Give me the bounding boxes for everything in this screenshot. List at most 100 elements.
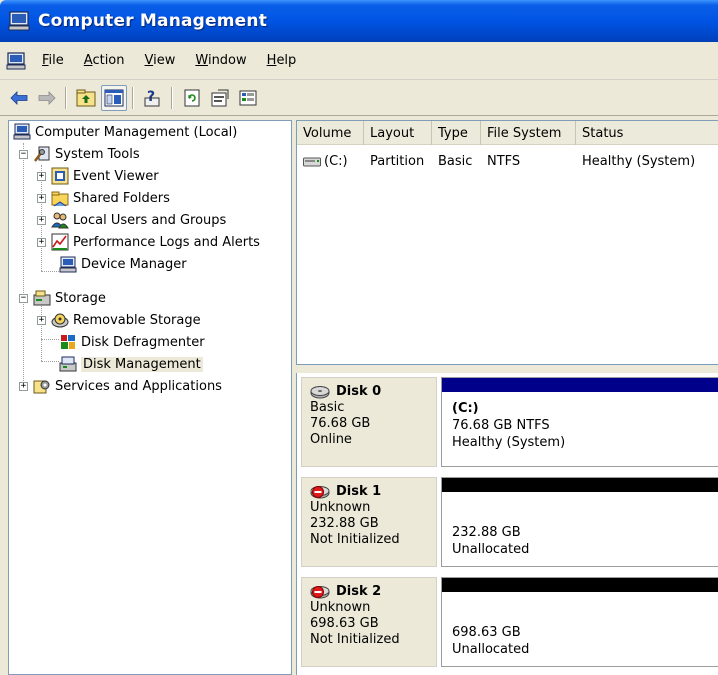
unallocated-block[interactable]: 698.63 GB Unallocated xyxy=(441,577,718,667)
disk-label[interactable]: Disk 1 Unknown 232.88 GB Not Initialized xyxy=(301,477,437,567)
tree-item-performance-logs[interactable]: Performance Logs and Alerts xyxy=(51,231,260,253)
help-icon[interactable]: ? xyxy=(140,85,166,111)
menu-file[interactable]: File xyxy=(38,51,68,70)
tree-item-event-viewer[interactable]: Event Viewer xyxy=(51,165,159,187)
collapse-toggle[interactable]: − xyxy=(19,294,28,303)
tree-item-root[interactable]: Computer Management (Local) xyxy=(13,121,237,143)
computer-management-icon xyxy=(8,11,30,31)
tree-item-shared-folders[interactable]: Shared Folders xyxy=(51,187,170,209)
disk-row-0[interactable]: Disk 0 Basic 76.68 GB Online (C:) 76.68 … xyxy=(297,373,718,471)
disk-state: Online xyxy=(310,432,352,447)
disk-row-2[interactable]: Disk 2 Unknown 698.63 GB Not Initialized… xyxy=(297,573,718,671)
partition-status: Healthy (System) xyxy=(452,435,566,450)
tree-connector xyxy=(23,143,24,391)
disk-management-icon xyxy=(59,355,77,373)
expand-toggle[interactable]: + xyxy=(37,238,46,247)
tree-item-disk-defragmenter[interactable]: Disk Defragmenter xyxy=(59,331,205,353)
event-viewer-icon xyxy=(51,167,69,185)
tree-item-removable-storage[interactable]: Removable Storage xyxy=(51,309,201,331)
tree-item-storage[interactable]: Storage xyxy=(33,287,106,309)
cell-layout: Partition xyxy=(370,153,425,169)
disk-not-initialized-icon xyxy=(310,585,336,599)
storage-icon xyxy=(33,289,51,307)
partition-status: Unallocated xyxy=(452,542,530,557)
properties-icon[interactable] xyxy=(207,85,233,111)
tree-item-device-manager[interactable]: Device Manager xyxy=(59,253,187,275)
volume-list[interactable]: Volume Layout Type File System Status (C… xyxy=(296,120,718,365)
menu-bar: File Action View Window Help xyxy=(0,42,718,80)
refresh-icon[interactable] xyxy=(179,85,205,111)
removable-storage-icon xyxy=(51,311,69,329)
defragmenter-icon xyxy=(59,333,77,351)
menu-help[interactable]: Help xyxy=(263,51,301,70)
table-row[interactable]: (C:) Partition Basic NTFS Healthy (Syste… xyxy=(297,151,718,171)
disk-size: 698.63 GB xyxy=(310,616,379,631)
menu-view[interactable]: View xyxy=(141,51,180,70)
disk-size: 232.88 GB xyxy=(310,516,379,531)
forward-arrow-icon[interactable] xyxy=(34,85,60,111)
disk-row-1[interactable]: Disk 1 Unknown 232.88 GB Not Initialized… xyxy=(297,473,718,571)
window-title: Computer Management xyxy=(38,11,268,31)
title-bar[interactable]: Computer Management xyxy=(0,0,718,42)
services-icon xyxy=(33,377,51,395)
expand-toggle[interactable]: + xyxy=(37,316,46,325)
show-hide-tree-icon[interactable] xyxy=(101,84,127,111)
tree-item-local-users-groups[interactable]: Local Users and Groups xyxy=(51,209,226,231)
unallocated-block[interactable]: 232.88 GB Unallocated xyxy=(441,477,718,567)
collapse-toggle[interactable]: − xyxy=(19,150,28,159)
disk-label[interactable]: Disk 0 Basic 76.68 GB Online xyxy=(301,377,437,467)
tree-item-system-tools[interactable]: System Tools xyxy=(33,143,140,165)
column-header-type[interactable]: Type xyxy=(432,121,481,145)
partition-size: 232.88 GB xyxy=(452,525,521,540)
cell-status: Healthy (System) xyxy=(582,153,696,169)
column-header-status[interactable]: Status xyxy=(576,121,718,145)
disk-name: Disk 1 xyxy=(336,484,382,499)
disk-graphical-view[interactable]: Disk 0 Basic 76.68 GB Online (C:) 76.68 … xyxy=(296,373,718,675)
computer-icon xyxy=(13,123,31,141)
toolbar-separator xyxy=(171,86,172,109)
disk-type: Unknown xyxy=(310,600,371,615)
disk-label[interactable]: Disk 2 Unknown 698.63 GB Not Initialized xyxy=(301,577,437,667)
tree-item-disk-management[interactable]: Disk Management xyxy=(59,353,203,375)
up-folder-icon[interactable] xyxy=(73,85,99,111)
partition-status: Unallocated xyxy=(452,642,530,657)
expand-toggle[interactable]: + xyxy=(37,194,46,203)
main-area: Computer Management (Local) − System Too… xyxy=(0,116,718,675)
cell-file-system: NTFS xyxy=(487,153,521,169)
menu-action[interactable]: Action xyxy=(80,51,129,70)
system-menu-icon[interactable] xyxy=(6,51,26,70)
console-tree[interactable]: Computer Management (Local) − System Too… xyxy=(8,120,292,675)
disk-online-icon xyxy=(310,385,336,399)
list-header: Volume Layout Type File System Status xyxy=(297,121,718,145)
tree-item-services-applications[interactable]: Services and Applications xyxy=(33,375,222,397)
selected-label: Disk Management xyxy=(81,356,203,372)
cell-type: Basic xyxy=(438,153,473,169)
tree-connector xyxy=(41,339,59,340)
cell-volume: (C:) xyxy=(324,153,348,169)
column-header-file-system[interactable]: File System xyxy=(481,121,576,145)
back-arrow-icon[interactable] xyxy=(6,85,32,111)
menu-window[interactable]: Window xyxy=(191,51,250,70)
disk-state: Not Initialized xyxy=(310,632,400,647)
shared-folder-icon xyxy=(51,189,69,207)
partition-color-bar xyxy=(442,478,718,492)
column-header-volume[interactable]: Volume xyxy=(297,121,364,145)
disk-not-initialized-icon xyxy=(310,485,336,499)
tree-connector xyxy=(41,301,42,361)
partition-block[interactable]: (C:) 76.68 GB NTFS Healthy (System) xyxy=(441,377,718,467)
expand-toggle[interactable]: + xyxy=(19,382,28,391)
tree-connector xyxy=(41,361,59,362)
export-list-icon[interactable] xyxy=(235,85,261,111)
partition-color-bar xyxy=(442,578,718,592)
disk-type: Basic xyxy=(310,400,345,415)
disk-name: Disk 0 xyxy=(336,384,382,399)
disk-size: 76.68 GB xyxy=(310,416,371,431)
users-icon xyxy=(51,211,69,229)
expand-toggle[interactable]: + xyxy=(37,216,46,225)
svg-text:?: ? xyxy=(147,89,155,105)
pane-splitter[interactable] xyxy=(296,365,718,373)
toolbar-separator xyxy=(65,86,66,109)
column-header-layout[interactable]: Layout xyxy=(364,121,432,145)
expand-toggle[interactable]: + xyxy=(37,172,46,181)
toolbar-separator xyxy=(132,86,133,109)
